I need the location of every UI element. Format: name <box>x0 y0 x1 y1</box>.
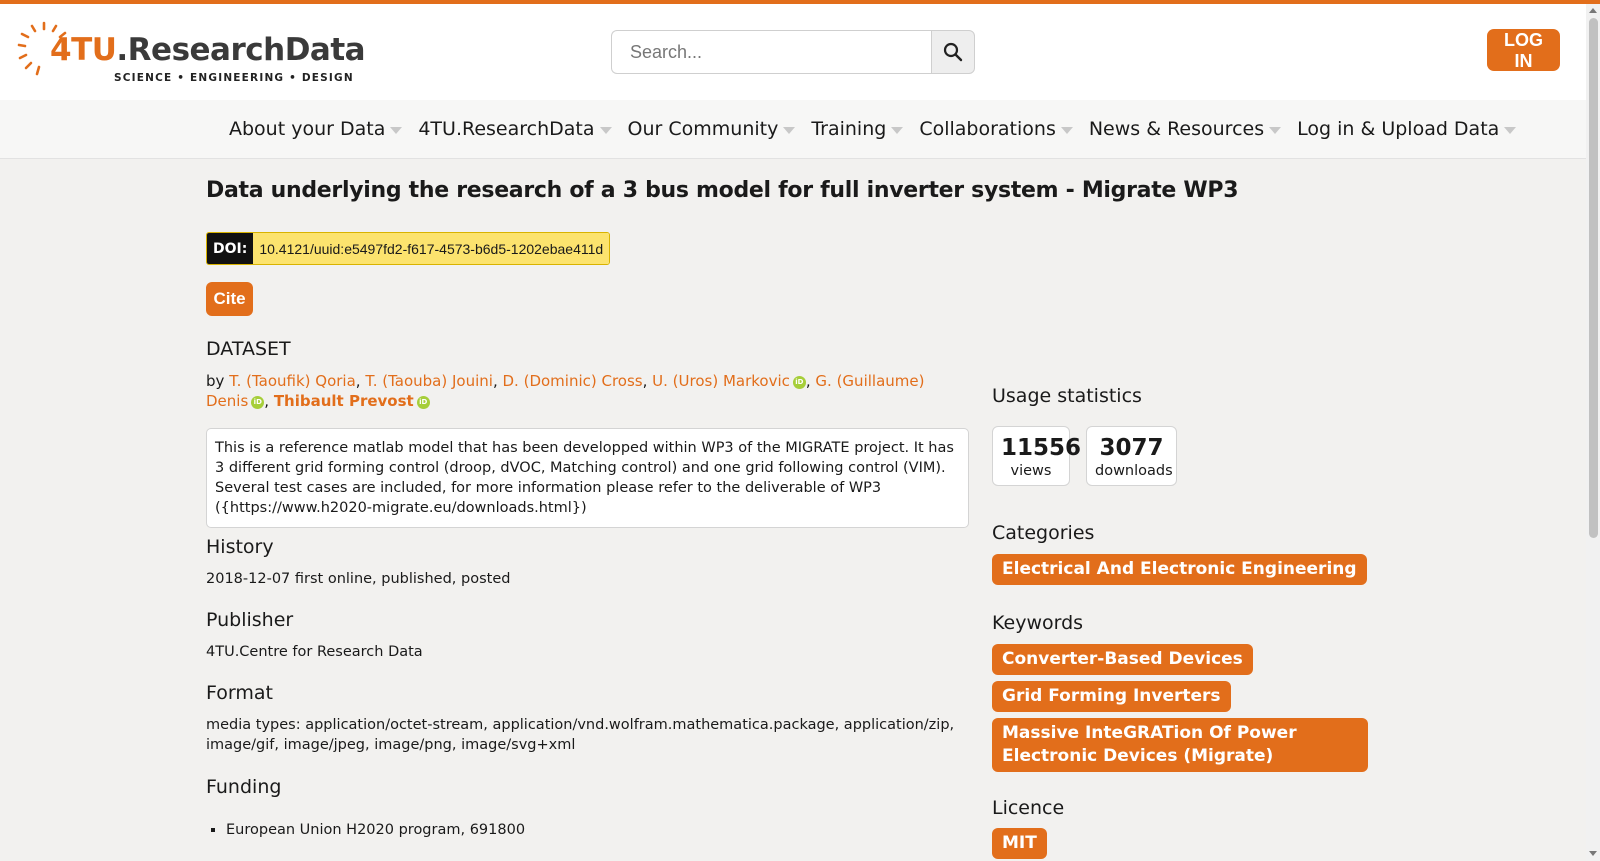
doi-value[interactable]: 10.4121/uuid:e5497fd2-f617-4573-b6d5-120… <box>253 233 610 264</box>
doi-badge[interactable]: DOI: 10.4121/uuid:e5497fd2-f617-4573-b6d… <box>206 232 611 265</box>
search-icon <box>943 42 963 62</box>
funding-list: European Union H2020 program, 691800 <box>206 822 525 838</box>
main-nav: About your Data 4TU.ResearchData Our Com… <box>0 100 1586 158</box>
licence-tag[interactable]: MIT <box>992 828 1047 859</box>
dataset-kind: DATASET <box>206 338 291 360</box>
keyword-tag[interactable]: Massive InteGRATion Of Power Electronic … <box>992 718 1368 772</box>
licence-heading: Licence <box>992 797 1065 819</box>
author-link[interactable]: D. (Dominic) Cross <box>503 372 643 390</box>
downloads-label: downloads <box>1095 463 1173 479</box>
licence-tags: MIT <box>992 828 1047 859</box>
doi-label: DOI: <box>207 233 254 264</box>
history-text: 2018-12-07 first online, published, post… <box>206 571 511 587</box>
downloads-stat: 3077 downloads <box>1086 426 1177 486</box>
page-scrollbar[interactable] <box>1586 4 1600 861</box>
caret-down-icon <box>1504 126 1517 134</box>
nav-item-news-resources[interactable]: News & Resources <box>1089 118 1282 140</box>
nav-item-4tu-researchdata[interactable]: 4TU.ResearchData <box>418 118 612 140</box>
views-label: views <box>1010 463 1052 479</box>
author-link[interactable]: U. (Uros) Markovic <box>652 372 790 390</box>
nav-item-about-your-data[interactable]: About your Data <box>229 118 403 140</box>
nav-item-collaborations[interactable]: Collaborations <box>919 118 1073 140</box>
author-link[interactable]: Thibault Prevost <box>274 392 414 410</box>
search-bar <box>611 30 975 74</box>
keyword-tag[interactable]: Grid Forming Inverters <box>992 681 1231 712</box>
nav-item-training[interactable]: Training <box>811 118 904 140</box>
scrollbar-thumb[interactable] <box>1589 18 1598 538</box>
caret-down-icon <box>599 126 612 134</box>
views-count: 11556 <box>1001 435 1082 461</box>
category-tags: Electrical And Electronic Engineering <box>992 554 1367 585</box>
orcid-icon[interactable]: iD <box>251 396 265 409</box>
category-tag[interactable]: Electrical And Electronic Engineering <box>992 554 1367 585</box>
author-list: by T. (Taoufik) Qoria, T. (Taouba) Jouin… <box>206 372 925 410</box>
orcid-icon[interactable]: iD <box>416 396 430 409</box>
list-item: European Union H2020 program, 691800 <box>226 822 525 838</box>
format-text: media types: application/octet-stream, a… <box>206 717 955 753</box>
keyword-tags: Converter-Based Devices Grid Forming Inv… <box>992 644 1368 772</box>
publisher-heading: Publisher <box>206 609 294 631</box>
author-link[interactable]: T. (Taoufik) Qoria <box>229 372 356 390</box>
caret-down-icon <box>1269 126 1282 134</box>
site-header: 4TU.ResearchData SCIENCE • ENGINEERING •… <box>0 4 1586 159</box>
keywords-heading: Keywords <box>992 612 1084 634</box>
caret-down-icon <box>783 126 796 134</box>
cite-button[interactable]: Cite <box>206 282 253 316</box>
logo-tagline: SCIENCE • ENGINEERING • DESIGN <box>114 72 354 84</box>
caret-down-icon <box>1060 126 1073 134</box>
page-title: Data underlying the research of a 3 bus … <box>206 178 1239 203</box>
funding-heading: Funding <box>206 776 282 798</box>
login-button[interactable]: LOG IN <box>1487 29 1560 71</box>
logo-wordmark: 4TU.ResearchData <box>50 32 366 68</box>
search-input[interactable] <box>611 30 931 74</box>
search-button[interactable] <box>931 30 975 74</box>
caret-down-icon <box>390 126 403 134</box>
downloads-count: 3077 <box>1099 435 1164 461</box>
format-heading: Format <box>206 682 273 704</box>
caret-down-icon <box>891 126 904 134</box>
site-logo[interactable]: 4TU.ResearchData SCIENCE • ENGINEERING •… <box>14 18 366 88</box>
categories-heading: Categories <box>992 522 1095 544</box>
views-stat: 11556 views <box>992 426 1082 486</box>
scroll-down-arrow-icon[interactable] <box>1589 851 1597 856</box>
nav-item-our-community[interactable]: Our Community <box>628 118 796 140</box>
orcid-icon[interactable]: iD <box>792 376 806 389</box>
dataset-description: This is a reference matlab model that ha… <box>206 428 969 528</box>
usage-stats: 11556 views 3077 downloads <box>992 426 1177 486</box>
keyword-tag[interactable]: Converter-Based Devices <box>992 644 1253 675</box>
publisher-text: 4TU.Centre for Research Data <box>206 644 423 660</box>
history-heading: History <box>206 536 274 558</box>
author-link[interactable]: T. (Taouba) Jouini <box>365 372 493 390</box>
usage-heading: Usage statistics <box>992 385 1142 407</box>
nav-item-login-upload[interactable]: Log in & Upload Data <box>1297 118 1517 140</box>
scroll-up-arrow-icon[interactable] <box>1589 8 1597 13</box>
